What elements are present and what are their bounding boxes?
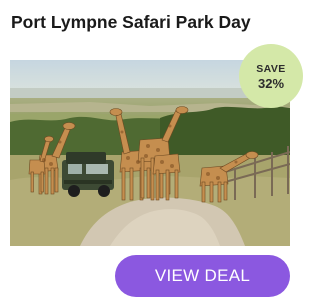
discount-badge-label: SAVE xyxy=(256,63,286,75)
discount-badge-value: 32% xyxy=(257,76,285,91)
view-deal-button[interactable]: VIEW DEAL xyxy=(115,255,290,297)
discount-badge: SAVE 32% xyxy=(239,44,303,108)
deal-card: Port Lympne Safari Park Day SAVE 32% VIE… xyxy=(0,0,303,305)
deal-title: Port Lympne Safari Park Day xyxy=(11,12,251,32)
